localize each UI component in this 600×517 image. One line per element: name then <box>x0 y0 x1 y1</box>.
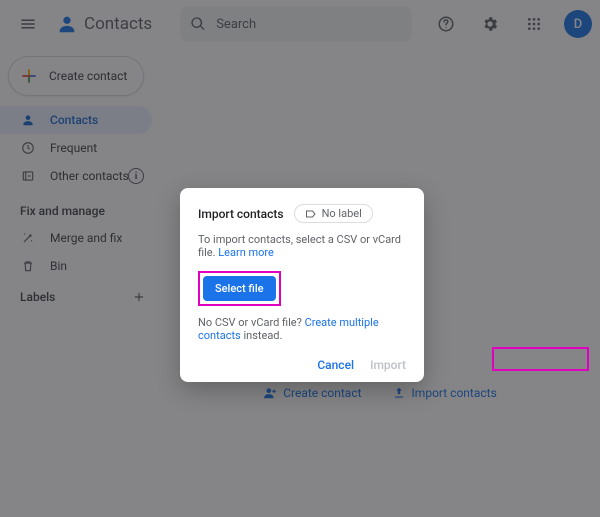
cancel-button[interactable]: Cancel <box>317 358 354 372</box>
import-button[interactable]: Import <box>370 358 406 372</box>
dialog-title: Import contacts <box>198 207 284 221</box>
highlight-select-file: Select file <box>198 271 281 306</box>
learn-more-link[interactable]: Learn more <box>218 246 274 259</box>
import-contacts-dialog: Import contacts No label To import conta… <box>180 188 424 382</box>
select-file-button[interactable]: Select file <box>203 276 276 301</box>
label-icon <box>305 208 317 220</box>
dialog-alt-text: No CSV or vCard file? Create multiple co… <box>198 316 406 342</box>
no-label-chip[interactable]: No label <box>294 204 373 223</box>
highlight-import-contacts <box>492 347 589 371</box>
dialog-description: To import contacts, select a CSV or vCar… <box>198 233 406 259</box>
